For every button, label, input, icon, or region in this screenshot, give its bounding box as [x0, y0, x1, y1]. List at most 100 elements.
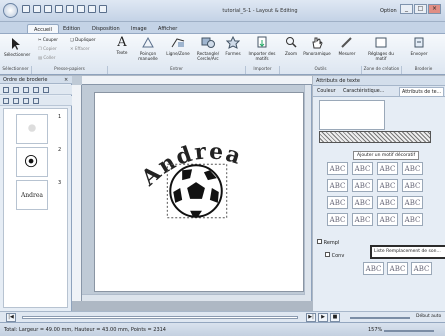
open-icon[interactable]	[33, 5, 41, 13]
close-button[interactable]: ×	[428, 4, 441, 14]
line-zone-tool[interactable]: Ligne/Zone	[164, 36, 192, 56]
abc-style-2[interactable]: ABC	[352, 162, 373, 175]
progress-slider[interactable]	[22, 316, 298, 319]
design-settings-tool[interactable]: Réglages du motif	[366, 36, 396, 61]
import-icon	[257, 36, 267, 48]
design-page[interactable]: Andrea	[94, 92, 304, 292]
redo-icon[interactable]	[88, 5, 96, 13]
save-icon[interactable]	[44, 5, 52, 13]
punch-icon	[142, 36, 154, 48]
order-item-1[interactable]	[16, 114, 48, 144]
abc-style-12[interactable]: ABC	[402, 196, 423, 209]
maximize-button[interactable]: □	[414, 4, 427, 14]
abc-style-6[interactable]: ABC	[352, 179, 373, 192]
panel-title: Ordre de broderie	[0, 76, 72, 84]
delete-icon: ✕	[70, 46, 74, 51]
import-motifs-tool[interactable]: Importer des motifs	[248, 36, 276, 61]
minimize-button[interactable]: _	[400, 4, 413, 14]
abc-style-4[interactable]: ABC	[402, 162, 423, 175]
abc-style-1[interactable]: ABC	[327, 162, 348, 175]
rectangle-circle-tool[interactable]: Rectangle/ Cercle/Arc	[193, 36, 223, 61]
abc-style-13[interactable]: ABC	[327, 213, 348, 226]
tab-caracteristique[interactable]: Caractéristique...	[341, 87, 386, 97]
abc-style-8[interactable]: ABC	[402, 179, 423, 192]
order-item-1-number: 1	[58, 114, 62, 120]
abc-bottom-2[interactable]: ABC	[387, 262, 408, 275]
text-tool[interactable]: A Texte	[112, 36, 132, 55]
stop-button[interactable]: ■	[330, 313, 340, 322]
shapes-tool[interactable]: Formes	[224, 35, 242, 56]
new-icon[interactable]	[22, 5, 30, 13]
send-icon	[414, 37, 424, 48]
duplicate-button[interactable]: ❏ Dupliquer	[70, 37, 96, 42]
copy-button[interactable]: ❐ Copier	[38, 46, 57, 51]
order-tool-8-icon[interactable]	[23, 98, 29, 104]
attribute-tabs: Couleur Caractéristique... Attributs de …	[313, 86, 445, 97]
abc-bottom-1[interactable]: ABC	[363, 262, 384, 275]
star-icon	[225, 35, 241, 49]
abc-bottom-3[interactable]: ABC	[411, 262, 432, 275]
window-title: tutorial_5-1 - Layout & Editing	[222, 8, 298, 14]
order-tool-4-icon[interactable]	[33, 87, 39, 93]
zoom-tool[interactable]: Zoom	[284, 36, 298, 56]
panel-close-icon[interactable]: ×	[64, 77, 68, 83]
zoom-slider[interactable]	[384, 330, 434, 332]
abc-style-5[interactable]: ABC	[327, 179, 348, 192]
order-tool-1-icon[interactable]	[3, 87, 9, 93]
order-tool-5-icon[interactable]	[43, 87, 49, 93]
preview-box	[319, 100, 385, 130]
zoom-level[interactable]: 157%	[368, 327, 382, 333]
group-label-clipboard: Presse-papiers	[32, 66, 108, 74]
delete-button[interactable]: ✕ Effacer	[70, 46, 90, 51]
remplissage-checkbox[interactable]: Rempl	[317, 239, 339, 246]
order-item-2[interactable]	[16, 147, 48, 177]
abc-style-9[interactable]: ABC	[327, 196, 348, 209]
replacement-list-label: Liste Remplacement de son...	[374, 249, 441, 254]
paste-icon: ▤	[38, 55, 42, 60]
order-tool-2-icon[interactable]	[13, 87, 19, 93]
abc-style-3[interactable]: ABC	[377, 162, 398, 175]
customize-icon[interactable]	[99, 5, 107, 13]
speed-slider[interactable]	[350, 317, 410, 319]
checkbox-icon	[325, 252, 330, 257]
abc-style-10[interactable]: ABC	[352, 196, 373, 209]
pan-tool[interactable]: Panoramique	[300, 36, 334, 56]
order-tool-6-icon[interactable]	[3, 98, 9, 104]
vertical-scrollbar[interactable]	[304, 85, 311, 301]
undo-icon[interactable]	[77, 5, 85, 13]
abc-style-11[interactable]: ABC	[377, 196, 398, 209]
manual-punch-tool[interactable]: Poinçon manuelle	[135, 36, 161, 61]
abc-style-15[interactable]: ABC	[377, 213, 398, 226]
pattern-strip[interactable]	[319, 131, 431, 143]
vertical-ruler	[72, 85, 82, 301]
play-button[interactable]: ▶	[318, 313, 328, 322]
replacement-list-button[interactable]: Liste Remplacement de son...	[370, 245, 445, 259]
auto-start-label[interactable]: Début auto	[416, 314, 441, 319]
panel-toolbar-2	[0, 96, 72, 106]
order-tool-3-icon[interactable]	[23, 87, 29, 93]
tab-couleur[interactable]: Couleur	[315, 87, 338, 97]
option-menu[interactable]: Option	[380, 8, 397, 14]
settings-icon[interactable]	[55, 5, 63, 13]
abc-grid: ABC ABC ABC ABC ABC ABC ABC ABC ABC ABC …	[321, 162, 439, 236]
order-tool-9-icon[interactable]	[33, 98, 39, 104]
go-end-button[interactable]: ▶|	[306, 313, 316, 322]
cut-button[interactable]: ✂ Couper	[38, 37, 58, 42]
go-start-button[interactable]: |◀	[6, 313, 16, 322]
order-tool-7-icon[interactable]	[13, 98, 19, 104]
abc-style-16[interactable]: ABC	[402, 213, 423, 226]
abc-style-14[interactable]: ABC	[352, 213, 373, 226]
send-tool[interactable]: Envoyer	[405, 36, 433, 56]
group-label-outils: Outils	[280, 66, 362, 74]
tab-attributs[interactable]: Attributs de te...	[399, 87, 445, 97]
app-logo-icon[interactable]	[3, 3, 18, 18]
measure-tool[interactable]: Mesurer	[336, 36, 358, 56]
horizontal-scrollbar[interactable]	[82, 294, 305, 301]
conv-checkbox[interactable]: Conv	[325, 252, 344, 259]
print-icon[interactable]	[66, 5, 74, 13]
select-tool[interactable]: Sélectionner	[4, 37, 30, 57]
abc-style-7[interactable]: ABC	[377, 179, 398, 192]
order-item-3-number: 3	[58, 180, 62, 186]
order-item-3[interactable]: Andrea	[16, 180, 48, 210]
paste-button[interactable]: ▤ Coller	[38, 55, 55, 60]
